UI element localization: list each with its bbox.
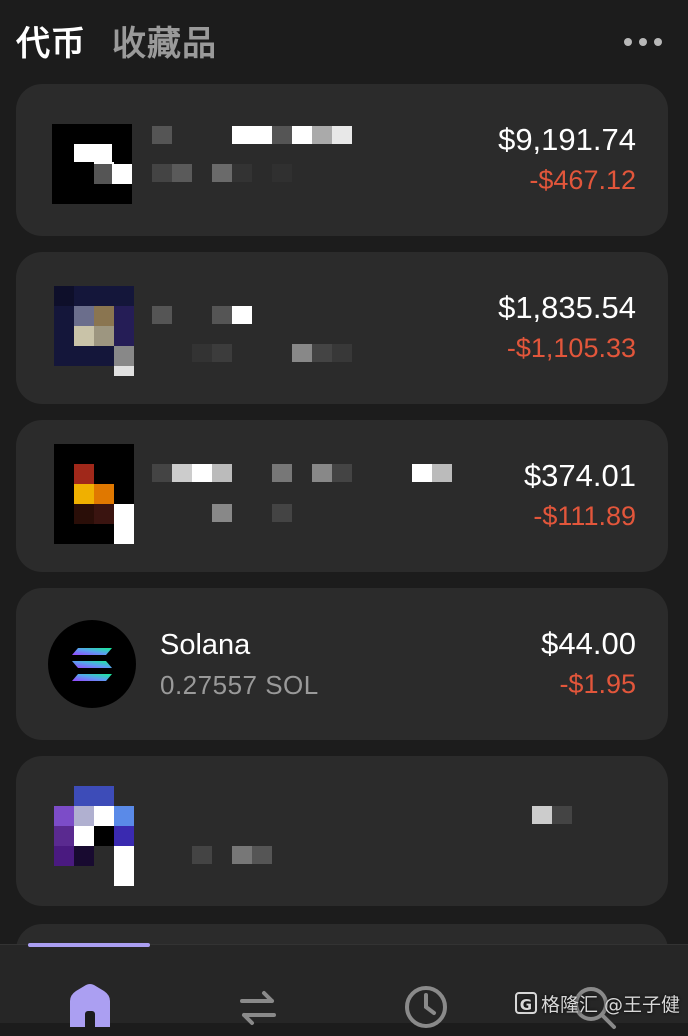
bottom-navigation: G 格隆汇 @王子健 [0,943,688,1031]
tab-collectibles[interactable]: 收藏品 [112,22,217,66]
pixelated-token-info [52,124,352,204]
home-icon[interactable] [66,983,114,1031]
gelonghui-logo-icon: G [514,992,537,1014]
token-value: $44.00 [541,626,636,661]
token-change: -$1.95 [559,669,636,699]
pixelated-token-info [54,444,452,544]
token-amount: 0.27557 SOL [160,670,319,700]
token-row[interactable]: $1,835.54 -$1,105.33 [16,252,668,404]
pixelated-token-info [54,286,352,376]
tab-tokens[interactable]: 代币 [16,22,86,66]
clock-icon[interactable] [402,983,450,1031]
token-value: $1,835.54 [498,290,636,325]
token-value: $9,191.74 [498,122,636,157]
token-name: Solana [160,629,251,661]
token-row[interactable]: $9,191.74 -$467.12 [16,84,668,236]
active-tab-indicator [28,943,150,947]
watermark-text: 格隆汇 @王子健 [540,993,680,1016]
token-change: -$1,105.33 [506,333,636,363]
pixelated-token-info [54,786,572,886]
token-change: -$467.12 [529,165,636,195]
watermark: G 格隆汇 @王子健 [514,985,680,1021]
token-value: $374.01 [523,458,636,493]
header: 代币 收藏品 [0,0,688,84]
token-row-solana[interactable]: Solana 0.27557 SOL $44.00 -$1.95 [16,588,668,740]
solana-logo-icon [48,620,136,708]
token-change: -$111.89 [533,501,636,531]
token-row[interactable]: $374.01 -$111.89 [16,420,668,572]
swap-icon[interactable] [234,983,282,1031]
token-row[interactable] [16,756,668,906]
more-options-icon[interactable] [624,38,662,46]
